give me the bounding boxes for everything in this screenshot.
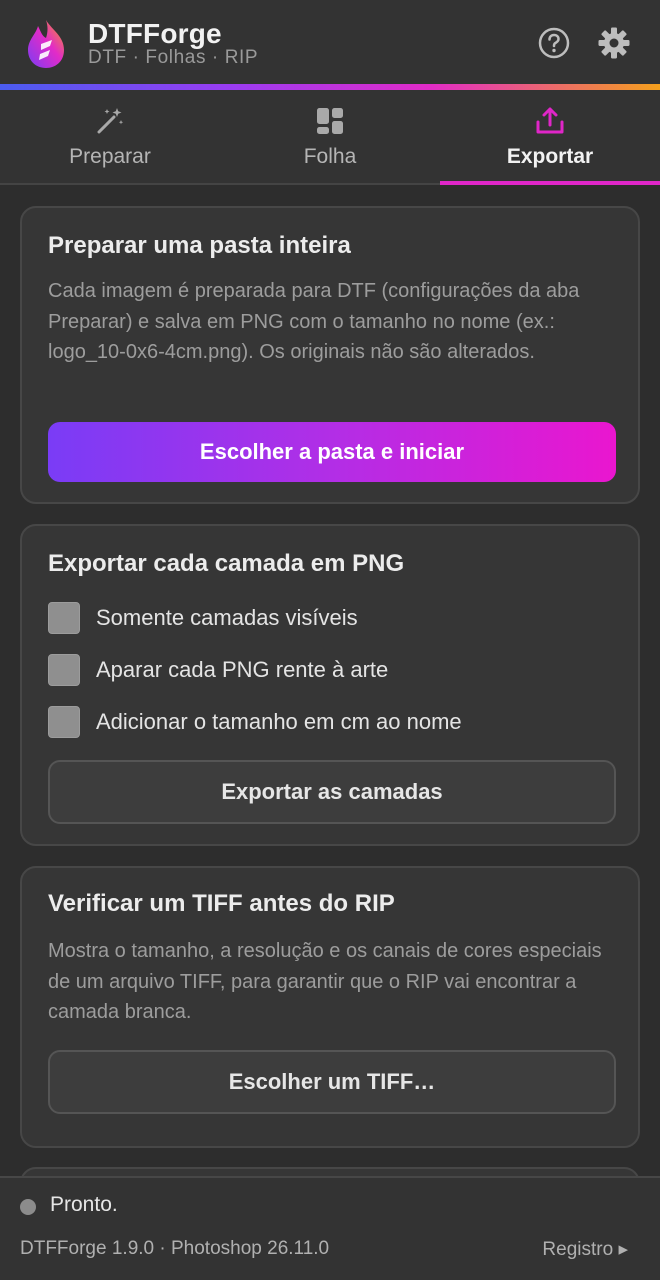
status-indicator-icon (20, 1199, 36, 1215)
export-layers-button[interactable]: Exportar as camadas (48, 760, 616, 824)
app-subtitle: DTF · Folhas · RIP (88, 47, 259, 68)
tab-folha[interactable]: Folha (220, 90, 440, 183)
gear-icon[interactable] (597, 26, 631, 60)
verify-tiff-card: Verificar um TIFF antes do RIP Mostra o … (20, 866, 640, 1148)
tab-bar: Preparar Folha Exportar (0, 90, 660, 185)
tiff-card-description: Mostra o tamanho, a resolução e os canai… (48, 940, 602, 1023)
folder-card-description: Cada imagem é preparada para DTF (config… (48, 280, 580, 363)
export-layers-card: Exportar cada camada em PNG Somente cama… (20, 524, 640, 846)
status-text: Pronto. (50, 1193, 118, 1216)
tab-folha-label: Folha (303, 145, 357, 168)
option-label: Aparar cada PNG rente à arte (96, 657, 389, 682)
checkbox-size-in-name[interactable] (48, 706, 80, 738)
option-label: Adicionar o tamanho em cm ao nome (96, 709, 462, 734)
option-size-in-name[interactable]: Adicionar o tamanho em cm ao nome (48, 706, 462, 738)
upload-icon (536, 107, 564, 134)
help-circle-icon[interactable] (537, 26, 571, 60)
option-trim-png[interactable]: Aparar cada PNG rente à arte (48, 654, 388, 686)
tiff-card-title: Verificar um TIFF antes do RIP (48, 890, 395, 917)
folder-card-title: Preparar uma pasta inteira (48, 232, 351, 259)
tab-exportar-label: Exportar (506, 145, 594, 168)
log-link[interactable]: Registro ▸ (542, 1238, 628, 1261)
checkbox-visible-layers[interactable] (48, 602, 80, 634)
layers-card-title: Exportar cada camada em PNG (48, 550, 405, 577)
option-visible-layers[interactable]: Somente camadas visíveis (48, 602, 358, 634)
flame-logo-icon (28, 20, 64, 68)
choose-tiff-button[interactable]: Escolher um TIFF… (48, 1050, 616, 1114)
checkbox-trim-png[interactable] (48, 654, 80, 686)
app-title: DTFForge (88, 18, 222, 49)
version-info: DTFForge 1.9.0 · Photoshop 26.11.0 (20, 1238, 330, 1259)
tab-preparar-label: Preparar (69, 145, 151, 168)
app-header: DTFForge DTF · Folhas · RIP (0, 0, 660, 84)
tab-preparar[interactable]: Preparar (0, 90, 220, 183)
option-label: Somente camadas visíveis (96, 605, 358, 630)
folder-batch-card: Preparar uma pasta inteira Cada imagem é… (20, 206, 640, 504)
choose-folder-start-button[interactable]: Escolher a pasta e iniciar (48, 422, 616, 482)
status-footer: Pronto. DTFForge 1.9.0 · Photoshop 26.11… (0, 1176, 660, 1280)
magic-wand-icon (97, 108, 124, 134)
grid-icon (317, 108, 343, 134)
tab-exportar[interactable]: Exportar (440, 90, 660, 185)
